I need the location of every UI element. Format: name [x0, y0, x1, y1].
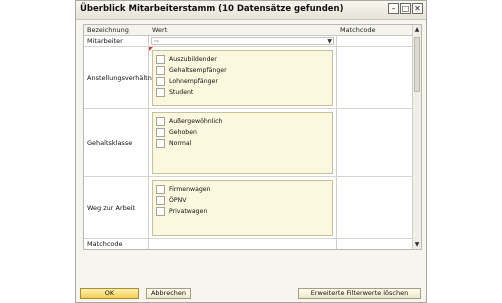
row-matchcode: Matchcode [84, 239, 414, 249]
option-list: Auszubildender Gehaltsempfänger Lohnempf… [152, 50, 333, 106]
maximize-icon[interactable]: □ [400, 3, 411, 14]
scroll-down-icon[interactable]: ▼ [414, 241, 420, 248]
checkbox[interactable] [156, 206, 165, 216]
option-item[interactable]: Gehoben [156, 127, 197, 137]
option-item[interactable]: Lohnempfänger [156, 76, 218, 86]
row-anstellungsverhaeltnis: Anstellungsverhältni Auszubildender Geha… [84, 47, 414, 109]
option-item[interactable]: Firmenwagen [156, 184, 211, 194]
option-item[interactable]: Student [156, 87, 193, 97]
row-label: Anstellungsverhältni [84, 47, 154, 108]
col-header-matchcode: Matchcode [337, 25, 414, 36]
cancel-button[interactable]: Abbrechen [146, 288, 191, 299]
scroll-up-icon[interactable]: ▲ [414, 26, 420, 33]
row-label: Mitarbeiter [84, 36, 149, 46]
filter-grid: Bezeichnung Wert Matchcode Mitarbeiter ⇨… [83, 24, 422, 250]
col-header-bezeichnung: Bezeichnung [84, 25, 149, 36]
vertical-scrollbar[interactable]: ▲ ▼ [412, 25, 421, 249]
col-header-wert: Wert [149, 25, 337, 36]
clear-extended-filters-button[interactable]: Erweiterte Filterwerte löschen [298, 288, 421, 299]
link-arrow-icon[interactable]: ⇨ [154, 38, 159, 45]
mitarbeiter-input[interactable]: ⇨ ▼ [151, 37, 334, 45]
checkbox[interactable] [156, 54, 165, 64]
row-label: Matchcode [84, 239, 149, 249]
checkbox[interactable] [156, 127, 165, 137]
checkbox[interactable] [156, 65, 165, 75]
option-list: Außergewöhnlich Gehoben Normal [152, 112, 333, 174]
row-mitarbeiter: Mitarbeiter ⇨ ▼ [84, 36, 414, 47]
matchcode-value[interactable] [149, 239, 337, 249]
checkbox[interactable] [156, 138, 165, 148]
window-title: Überblick Mitarbeiterstamm (10 Datensätz… [80, 4, 344, 14]
option-item[interactable]: Privatwagen [156, 206, 207, 216]
option-item[interactable]: Gehaltsempfänger [156, 65, 227, 75]
row-gehaltsklasse: Gehaltsklasse Außergewöhnlich Gehoben No… [84, 109, 414, 177]
chevron-down-icon[interactable]: ▼ [327, 38, 332, 45]
option-item[interactable]: Normal [156, 138, 191, 148]
checkbox[interactable] [156, 116, 165, 126]
checkbox[interactable] [156, 87, 165, 97]
row-weg-zur-arbeit: Weg zur Arbeit Firmenwagen ÖPNV Privatwa… [84, 177, 414, 239]
checkbox[interactable] [156, 184, 165, 194]
checkbox[interactable] [156, 195, 165, 205]
row-label: Gehaltsklasse [84, 109, 149, 176]
option-item[interactable]: Auszubildender [156, 54, 217, 64]
dialog-window: Überblick Mitarbeiterstamm (10 Datensätz… [75, 0, 427, 303]
option-item[interactable]: ÖPNV [156, 195, 186, 205]
title-bar[interactable]: Überblick Mitarbeiterstamm (10 Datensätz… [76, 1, 426, 20]
option-list: Firmenwagen ÖPNV Privatwagen [152, 180, 333, 236]
minimize-icon[interactable]: – [388, 3, 399, 14]
ok-button[interactable]: OK [80, 288, 139, 299]
row-label: Weg zur Arbeit [84, 177, 149, 238]
scroll-thumb[interactable] [414, 37, 420, 92]
checkbox[interactable] [156, 76, 165, 86]
close-icon[interactable]: ✕ [412, 3, 423, 14]
option-item[interactable]: Außergewöhnlich [156, 116, 222, 126]
